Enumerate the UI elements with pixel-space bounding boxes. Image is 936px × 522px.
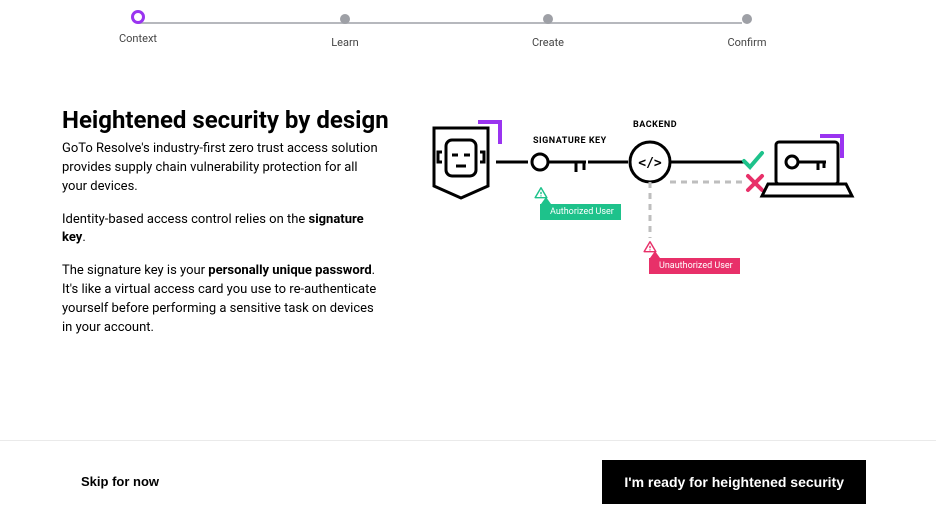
- step-label: Create: [532, 36, 564, 49]
- paragraph-2: Identity-based access control relies on …: [62, 211, 382, 249]
- step-label: Confirm: [728, 36, 767, 49]
- security-diagram: SIGNATURE KEY BACKEND: [428, 120, 888, 320]
- unauthorized-badge: Unauthorized User: [649, 258, 740, 274]
- step-context[interactable]: Context: [98, 14, 178, 45]
- explainer-body: GoTo Resolve's industry-first zero trust…: [62, 140, 382, 352]
- backend-icon: </>: [630, 142, 670, 182]
- page-title: Heightened security by design: [62, 106, 389, 134]
- step-confirm[interactable]: Confirm: [707, 14, 787, 49]
- x-icon: [748, 176, 762, 190]
- svg-text:</>: </>: [638, 156, 662, 171]
- paragraph-1: GoTo Resolve's industry-first zero trust…: [62, 140, 382, 197]
- paragraph-3: The signature key is your personally uni…: [62, 262, 382, 337]
- authorized-badge: Authorized User: [540, 204, 621, 220]
- step-label: Context: [119, 32, 157, 45]
- skip-button[interactable]: Skip for now: [75, 473, 165, 490]
- user-badge-icon: [434, 122, 500, 198]
- step-dot-icon: [543, 14, 553, 24]
- diagram-svg: </>: [428, 120, 888, 320]
- ready-button[interactable]: I'm ready for heightened security: [602, 460, 866, 504]
- backend-label: BACKEND: [633, 120, 677, 130]
- check-icon: [744, 153, 762, 167]
- key-icon: [532, 154, 586, 172]
- step-label: Learn: [331, 36, 359, 49]
- laptop-icon: [762, 136, 852, 196]
- stepper-track: [138, 22, 742, 24]
- step-dot-icon: [131, 10, 145, 24]
- onboarding-page: { "stepper":{"steps":["Context","Learn",…: [0, 0, 936, 522]
- step-create[interactable]: Create: [508, 14, 588, 49]
- user-face-icon: [438, 140, 484, 176]
- footer-bar: Skip for now I'm ready for heightened se…: [0, 440, 936, 522]
- step-dot-icon: [742, 14, 752, 24]
- step-learn[interactable]: Learn: [305, 14, 385, 49]
- step-dot-icon: [340, 14, 350, 24]
- signature-key-label: SIGNATURE KEY: [533, 136, 607, 146]
